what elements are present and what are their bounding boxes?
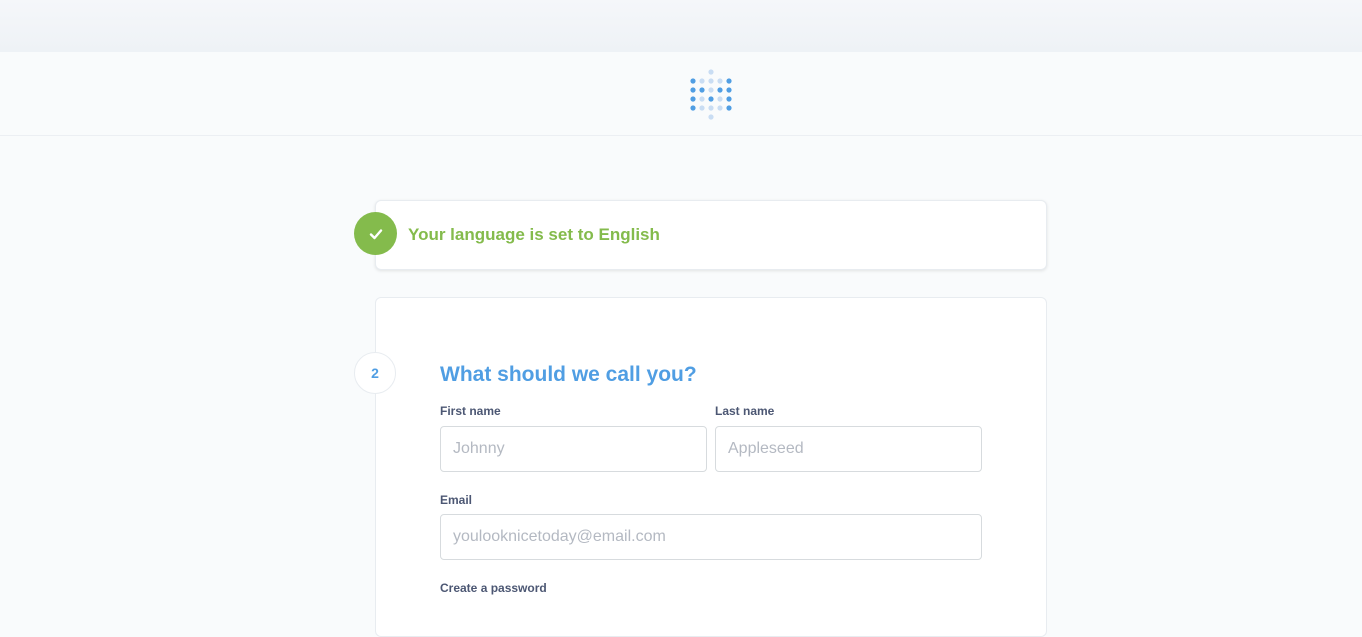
step-number-badge: 2 [354, 352, 396, 394]
language-step-badge [354, 212, 397, 255]
first-name-label: First name [440, 404, 501, 418]
header [0, 52, 1362, 136]
last-name-label: Last name [715, 404, 775, 418]
last-name-input[interactable] [715, 426, 982, 472]
user-step-title: What should we call you? [440, 363, 697, 386]
metabase-logo-icon[interactable] [687, 66, 735, 120]
language-set-message: Your language is set to English [408, 225, 660, 244]
email-input[interactable] [440, 514, 982, 560]
email-label: Email [440, 493, 473, 507]
first-name-input[interactable] [440, 426, 707, 472]
check-icon [369, 228, 382, 239]
password-label: Create a password [440, 581, 547, 595]
top-band [0, 0, 1362, 52]
